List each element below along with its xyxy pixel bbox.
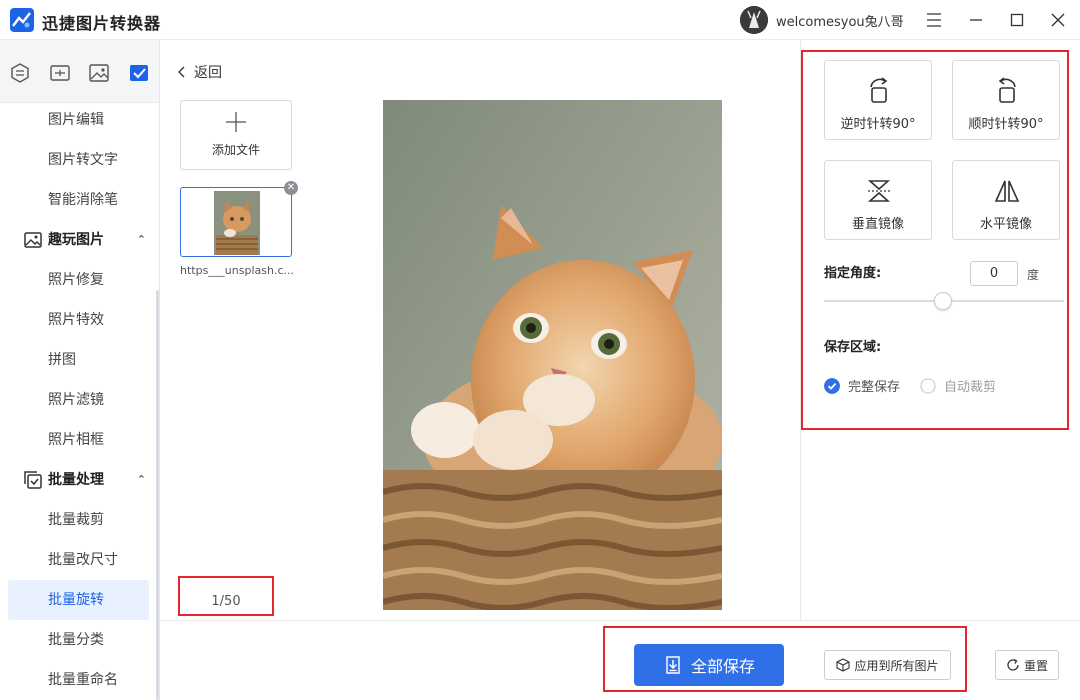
sidebar-item-batch-classify[interactable]: 批量分类 (0, 620, 158, 660)
page-count: 1/50 (178, 576, 274, 616)
username[interactable]: welcomesyou兔八哥 (776, 11, 904, 30)
sidebar-item-photo-frame[interactable]: 照片相框 (0, 420, 158, 460)
sidebar-item-photo-repair[interactable]: 照片修复 (0, 260, 158, 300)
compress-icon[interactable] (49, 62, 71, 84)
convert-icon[interactable] (9, 62, 31, 84)
sidebar-scrollbar[interactable] (156, 290, 159, 700)
image-preview (383, 100, 722, 610)
cube-icon (836, 658, 851, 672)
bottom-toolbar: 全部保存 应用到所有图片 重置 (160, 620, 1080, 700)
main-area: 返回 添加文件 ✕ https___unsplash.c... 1/50 (160, 40, 800, 700)
sidebar-group-fun[interactable]: 趣玩图片 ⌃ (0, 220, 158, 260)
reset-button[interactable]: 重置 (995, 650, 1059, 680)
highlight-box-panel (801, 50, 1069, 430)
download-icon (666, 656, 680, 674)
app-title: 迅捷图片转换器 (42, 14, 162, 33)
sidebar-item-batch-rotate[interactable]: 批量旋转 (8, 580, 149, 620)
plus-icon (226, 112, 246, 132)
thumbnail-image (214, 191, 260, 255)
save-all-label: 全部保存 (690, 657, 755, 676)
batch-edit-icon[interactable] (128, 62, 150, 84)
sidebar-item-batch-rename[interactable]: 批量重命名 (0, 660, 158, 700)
sidebar-category-tabs (0, 40, 159, 103)
cat-photo (383, 100, 722, 610)
sidebar-item-image-to-text[interactable]: 图片转文字 (0, 140, 158, 180)
reset-label: 重置 (1023, 658, 1048, 673)
add-file-button[interactable]: 添加文件 (180, 100, 292, 170)
add-file-label: 添加文件 (211, 143, 260, 157)
sidebar-item-eraser[interactable]: 智能消除笔 (0, 180, 158, 220)
maximize-icon[interactable] (1007, 10, 1027, 30)
minimize-icon[interactable] (966, 10, 986, 30)
menu-icon[interactable] (924, 10, 944, 30)
back-label: 返回 (194, 65, 222, 81)
image-icon[interactable] (88, 62, 110, 84)
avatar[interactable] (740, 6, 768, 34)
apply-all-label: 应用到所有图片 (854, 658, 939, 673)
sidebar-group-label: 趣玩图片 (48, 232, 104, 248)
sidebar-group-label: 批量处理 (48, 472, 104, 488)
chevron-up-icon: ⌃ (136, 233, 146, 246)
chevron-left-icon (178, 66, 185, 78)
sidebar-item-photo-effects[interactable]: 照片特效 (0, 300, 158, 340)
sidebar-item-batch-crop[interactable]: 批量裁剪 (0, 500, 158, 540)
save-all-button[interactable]: 全部保存 (634, 644, 784, 686)
chevron-up-icon: ⌃ (136, 473, 146, 486)
back-button[interactable]: 返回 (178, 62, 222, 82)
sidebar-group-batch[interactable]: 批量处理 ⌃ (0, 460, 158, 500)
sidebar-item-photo-filter[interactable]: 照片滤镜 (0, 380, 158, 420)
close-icon[interactable] (1048, 10, 1068, 30)
apply-to-all-button[interactable]: 应用到所有图片 (824, 650, 951, 680)
sidebar-item-image-edit[interactable]: 图片编辑 (0, 100, 158, 140)
image-thumbnail[interactable] (180, 187, 292, 257)
batch-icon (24, 471, 42, 489)
thumbnail-filename: https___unsplash.c... (180, 264, 295, 277)
app-logo-icon (10, 8, 34, 32)
remove-thumbnail-icon[interactable]: ✕ (284, 181, 298, 195)
fun-image-icon (24, 232, 42, 248)
sidebar: 图片编辑 图片转文字 智能消除笔 趣玩图片 ⌃ 照片修复 照片特效 拼图 照片滤… (0, 40, 160, 700)
sidebar-item-collage[interactable]: 拼图 (0, 340, 158, 380)
refresh-icon (1007, 658, 1019, 671)
sidebar-item-batch-resize[interactable]: 批量改尺寸 (0, 540, 158, 580)
title-bar: 迅捷图片转换器 welcomesyou兔八哥 (0, 0, 1080, 40)
